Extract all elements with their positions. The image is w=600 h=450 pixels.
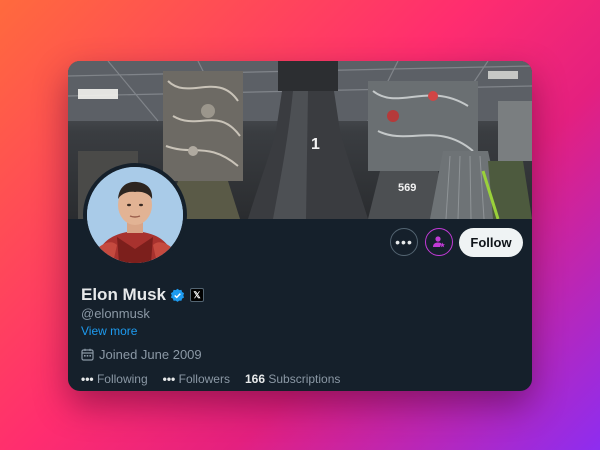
follow-button[interactable]: Follow — [459, 228, 523, 257]
engine-number-right: 569 — [398, 182, 416, 194]
more-icon: ••• — [395, 234, 413, 250]
profile-stats: ••• Following ••• Followers 166 Subscrip… — [81, 372, 355, 386]
view-more-link[interactable]: View more — [81, 324, 137, 338]
engine-number-center: 1 — [311, 136, 320, 153]
profile-card: 1 569 ••• Follow Elon Musk 𝕏 @elonmusk V… — [68, 61, 532, 391]
subscribe-person-star-icon — [432, 235, 446, 249]
following-label: Following — [96, 372, 148, 386]
joined-date: Joined June 2009 — [81, 347, 202, 362]
following-link[interactable]: ••• Following — [81, 372, 148, 386]
subscriptions-count: 166 — [244, 372, 265, 386]
name-row: Elon Musk 𝕏 — [81, 285, 205, 305]
followers-link[interactable]: ••• Followers — [163, 372, 230, 386]
subscribe-button[interactable] — [425, 228, 453, 256]
x-affiliate-badge-icon: 𝕏 — [190, 288, 205, 302]
verified-badge-icon — [170, 288, 185, 303]
following-count: ••• — [81, 372, 94, 386]
subscriptions-link[interactable]: 166 Subscriptions — [245, 372, 340, 386]
followers-count: ••• — [162, 372, 176, 386]
followers-label: Followers — [178, 372, 230, 386]
avatar[interactable] — [83, 163, 187, 267]
calendar-icon — [81, 348, 94, 361]
subscriptions-label: Subscriptions — [268, 372, 341, 386]
profile-name: Elon Musk — [81, 285, 167, 304]
more-options-button[interactable]: ••• — [390, 228, 418, 256]
joined-text: Joined June 2009 — [99, 347, 202, 362]
profile-handle: @elonmusk — [81, 306, 150, 321]
